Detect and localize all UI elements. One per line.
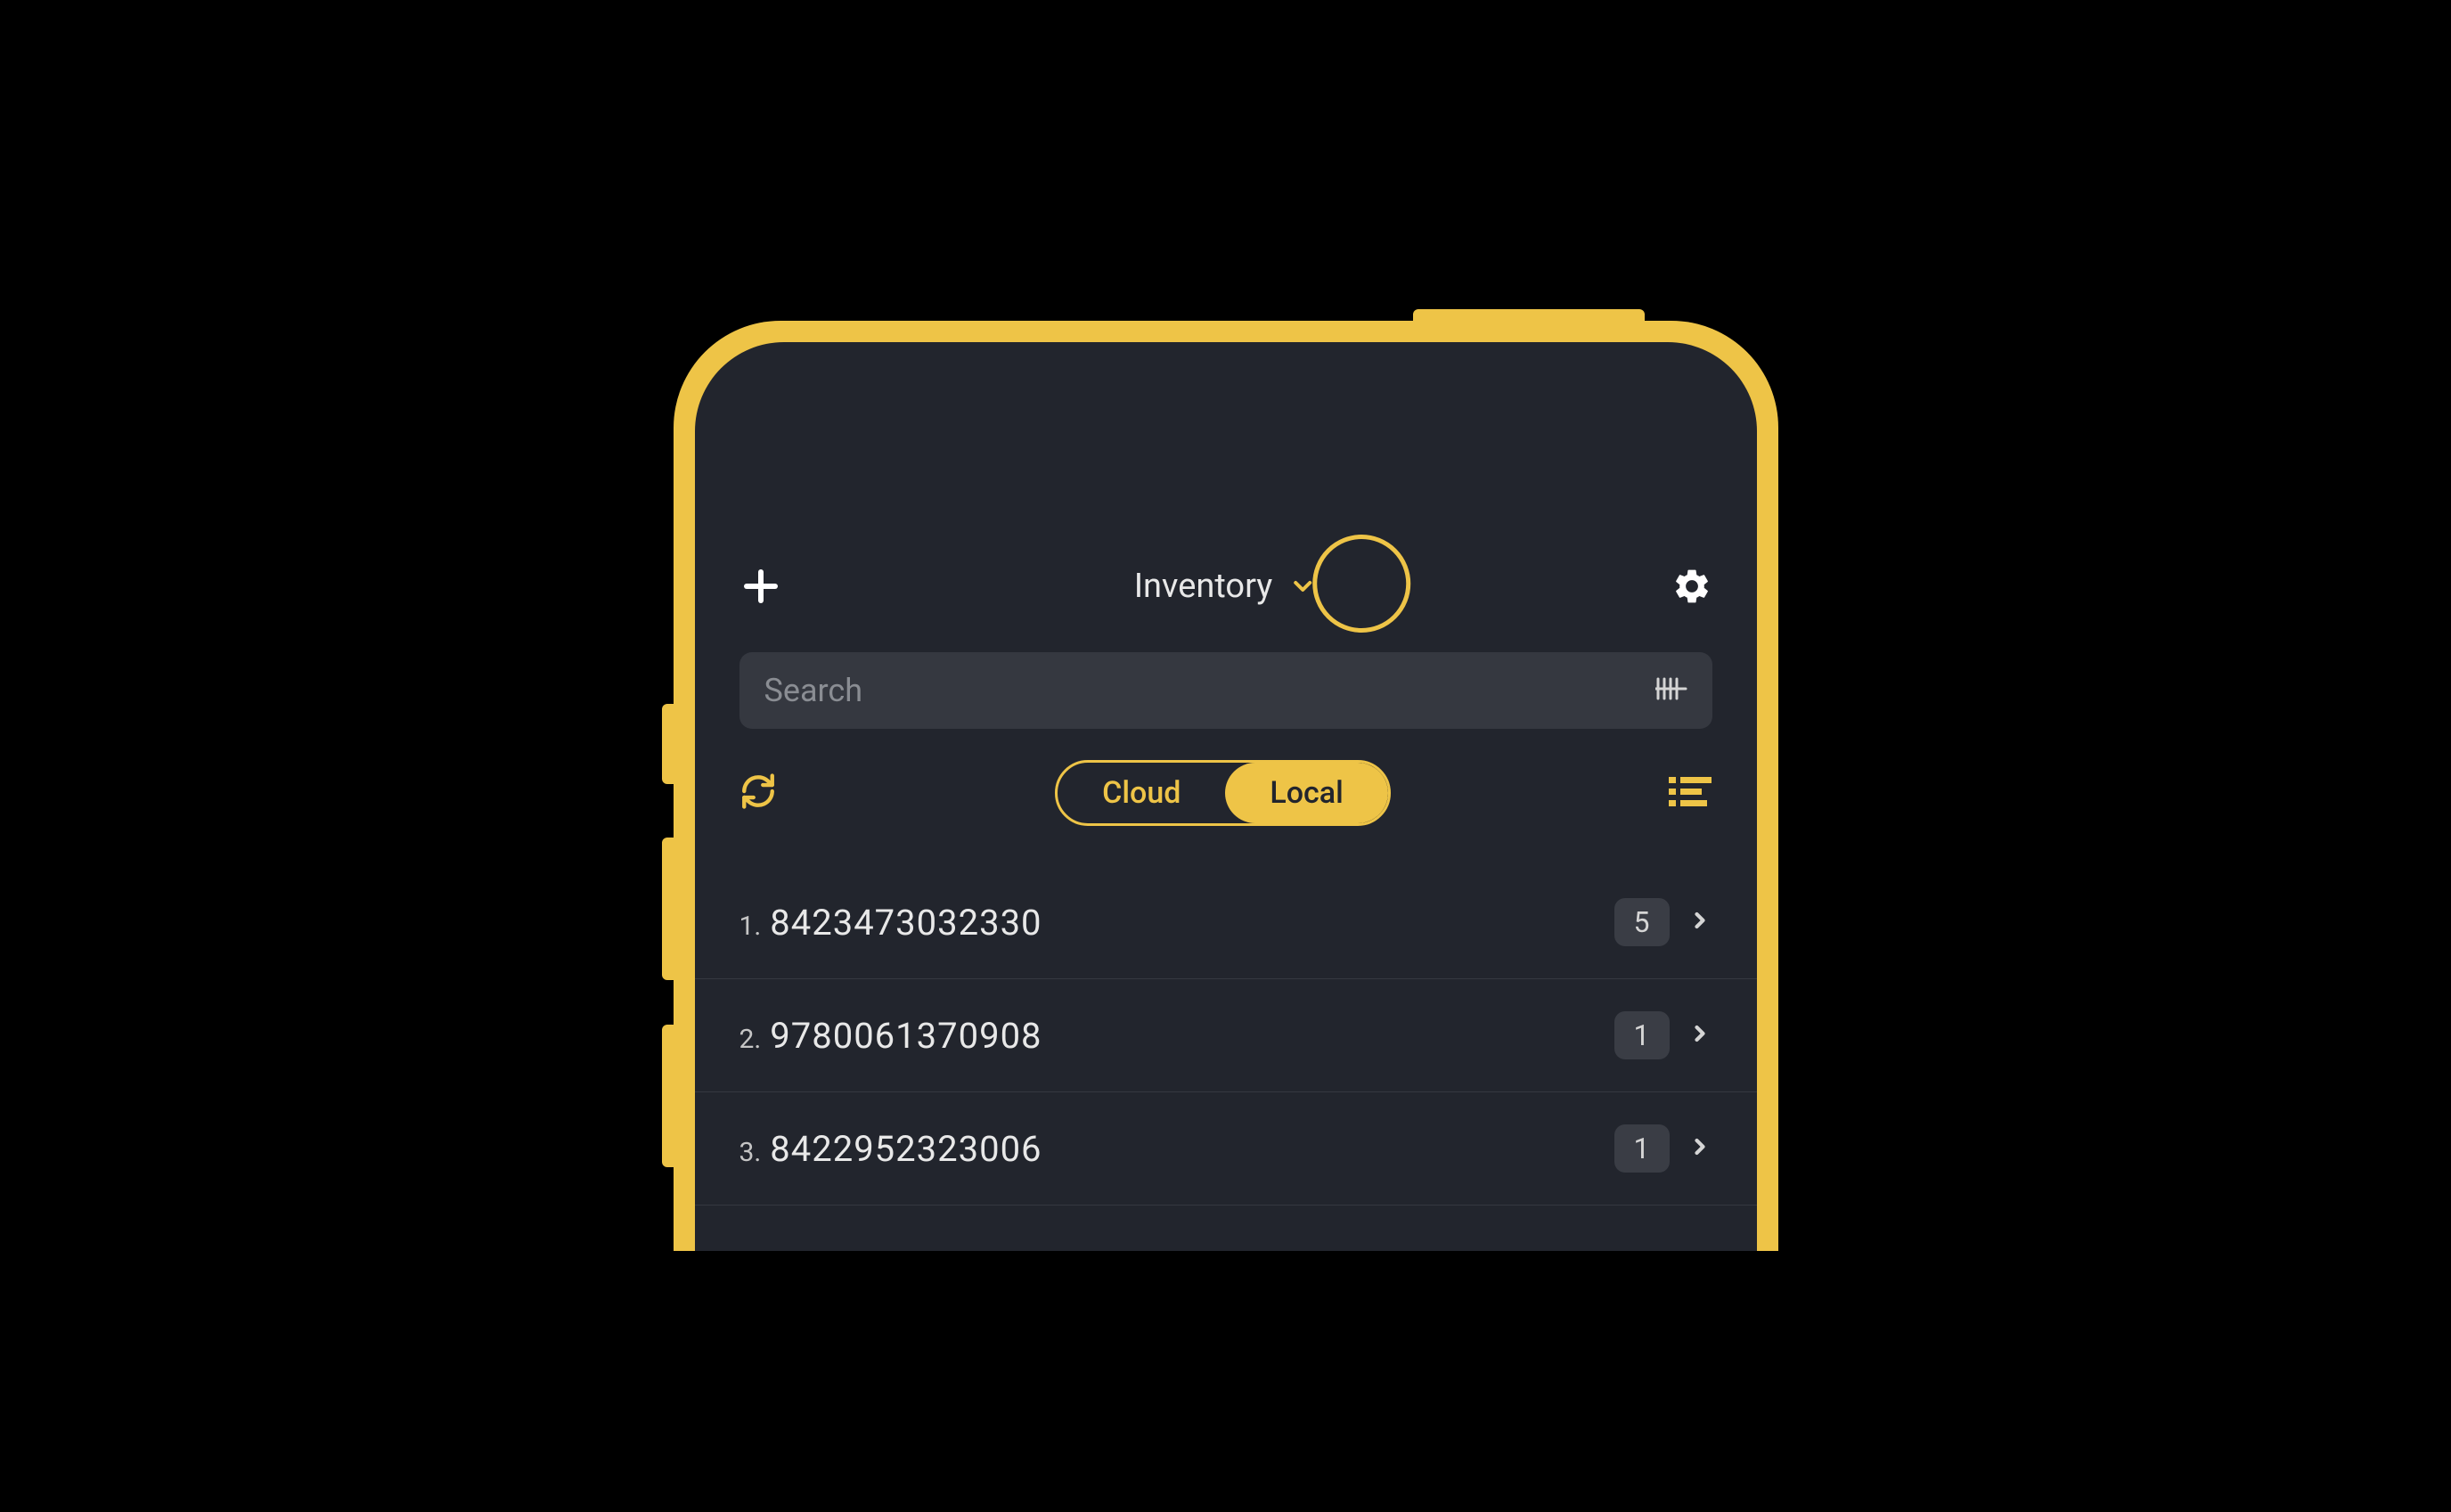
search-bar[interactable]: Search [739, 652, 1712, 729]
item-index: 2. [739, 1024, 762, 1055]
chevron-right-icon [1687, 1134, 1712, 1163]
phone-screen: Inventory [695, 342, 1757, 1251]
app-header: Inventory [739, 565, 1712, 608]
list-item[interactable]: 1. 8423473032330 5 [695, 866, 1757, 979]
settings-button[interactable] [1671, 566, 1712, 607]
item-text: 3. 8422952323006 [739, 1128, 1042, 1170]
add-button[interactable] [739, 565, 782, 608]
count-badge: 5 [1614, 898, 1670, 946]
toolbar: Cloud Local [739, 760, 1712, 826]
inventory-dropdown[interactable]: Inventory [1134, 567, 1318, 606]
phone-top-button [1413, 309, 1645, 321]
item-index: 1. [739, 911, 762, 942]
inventory-list: 1. 8423473032330 5 [695, 866, 1757, 1206]
chevron-right-icon [1687, 1021, 1712, 1050]
storage-segmented-control: Cloud Local [1055, 760, 1391, 826]
list-item[interactable]: 2. 9780061370908 1 [695, 979, 1757, 1092]
highlight-circle [1312, 535, 1410, 633]
search-placeholder: Search [764, 672, 863, 709]
segment-cloud[interactable]: Cloud [1058, 763, 1225, 823]
chevron-right-icon [1687, 908, 1712, 936]
item-code: 9780061370908 [770, 1015, 1042, 1057]
count-badge: 1 [1614, 1124, 1670, 1173]
phone-side-button [662, 704, 674, 784]
phone-side-button [662, 1025, 674, 1167]
phone-frame: Inventory [674, 321, 1778, 1251]
item-right: 1 [1614, 1124, 1712, 1173]
item-code: 8423473032330 [770, 902, 1042, 944]
item-right: 1 [1614, 1011, 1712, 1059]
chevron-down-icon [1288, 572, 1317, 601]
count-badge: 1 [1614, 1011, 1670, 1059]
item-right: 5 [1614, 898, 1712, 946]
item-index: 3. [739, 1137, 762, 1168]
phone-side-button [662, 838, 674, 980]
segment-local[interactable]: Local [1225, 763, 1387, 823]
page-title: Inventory [1134, 567, 1273, 606]
item-text: 1. 8423473032330 [739, 902, 1042, 944]
list-view-button[interactable] [1669, 773, 1712, 813]
list-item[interactable]: 3. 8422952323006 1 [695, 1092, 1757, 1206]
phone-bezel: Inventory [674, 321, 1778, 1251]
sync-button[interactable] [739, 772, 777, 813]
item-code: 8422952323006 [770, 1128, 1042, 1170]
app-content: Inventory [695, 342, 1757, 1206]
item-text: 2. 9780061370908 [739, 1015, 1042, 1057]
barcode-icon[interactable] [1655, 675, 1687, 706]
